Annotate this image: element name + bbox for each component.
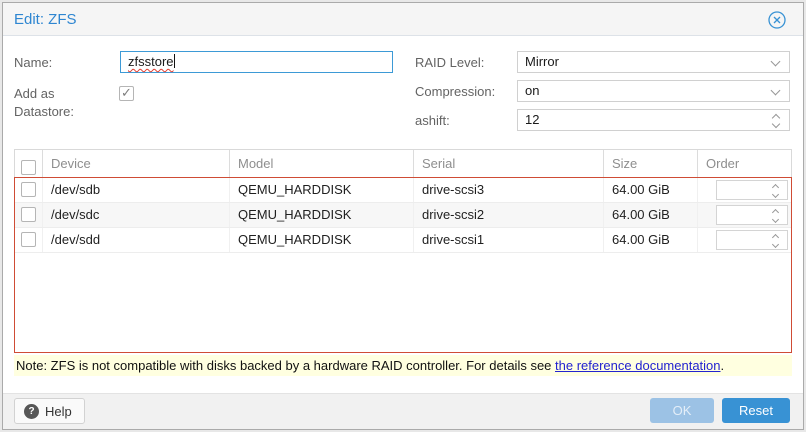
device-cell: /dev/sdd [43,228,230,252]
model-cell: QEMU_HARDDISK [230,178,414,202]
serial-cell: drive-scsi2 [414,203,604,227]
note-text: Note: ZFS is not compatible with disks b… [16,358,555,373]
serial-cell: drive-scsi1 [414,228,604,252]
help-button[interactable]: ? Help [14,398,85,424]
column-header-model[interactable]: Model [230,150,414,177]
ashift-label: ashift: [415,113,450,128]
spinner-down-icon [772,120,780,128]
compression-value: on [525,83,539,98]
table-row[interactable]: /dev/sdb QEMU_HARDDISK drive-scsi3 64.00… [15,178,791,203]
ok-button[interactable]: OK [650,398,714,423]
order-cell [698,178,791,202]
size-cell: 64.00 GiB [604,203,698,227]
order-cell [698,203,791,227]
table-row[interactable]: /dev/sdc QEMU_HARDDISK drive-scsi2 64.00… [15,203,791,228]
raid-level-value: Mirror [525,54,559,69]
order-cell [698,228,791,252]
device-cell: /dev/sdb [43,178,230,202]
text-caret [174,54,175,68]
table-row[interactable]: /dev/sdd QEMU_HARDDISK drive-scsi1 64.00… [15,228,791,253]
question-icon: ? [24,404,39,419]
row-select-cell [15,178,43,202]
row-checkbox[interactable] [21,232,36,247]
note-text-end: . [721,358,725,373]
order-spinner[interactable] [716,180,788,200]
column-header-serial[interactable]: Serial [414,150,604,177]
column-header-size[interactable]: Size [604,150,698,177]
reference-documentation-link[interactable]: the reference documentation [555,358,721,373]
disk-table-body: /dev/sdb QEMU_HARDDISK drive-scsi3 64.00… [14,177,792,353]
raid-level-label: RAID Level: [415,55,484,70]
model-cell: QEMU_HARDDISK [230,203,414,227]
device-cell: /dev/sdc [43,203,230,227]
reset-button[interactable]: Reset [722,398,790,423]
dialog-header: Edit: ZFS [3,3,803,36]
dialog-title: Edit: ZFS [14,3,77,36]
close-icon[interactable] [768,11,786,29]
name-label: Name: [14,55,52,70]
select-all-checkbox[interactable] [21,160,36,175]
compression-label: Compression: [415,84,495,99]
serial-cell: drive-scsi3 [414,178,604,202]
edit-zfs-dialog: Edit: ZFS Name: zfsstore Add as Datastor… [2,2,804,430]
compression-select[interactable]: on [517,80,790,102]
spinner-down-icon [772,241,779,248]
row-select-cell [15,228,43,252]
column-header-device[interactable]: Device [43,150,230,177]
row-checkbox[interactable] [21,207,36,222]
disk-table-header: Device Model Serial Size Order [14,149,792,177]
order-spinner[interactable] [716,205,788,225]
name-input[interactable]: zfsstore [120,51,393,73]
chevron-down-icon [771,86,781,96]
column-header-order[interactable]: Order [698,150,791,177]
disk-table: Device Model Serial Size Order /dev/sdb … [14,149,792,353]
dialog-footer: ? Help OK Reset [3,393,803,429]
add-datastore-label: Add as Datastore: [14,85,106,121]
chevron-down-icon [771,57,781,67]
add-datastore-checkbox[interactable] [119,86,134,101]
row-select-cell [15,203,43,227]
size-cell: 64.00 GiB [604,178,698,202]
help-button-label: Help [45,404,72,419]
name-input-value: zfsstore [128,54,174,69]
ashift-value: 12 [525,112,539,127]
zfs-note: Note: ZFS is not compatible with disks b… [14,355,792,376]
size-cell: 64.00 GiB [604,228,698,252]
row-checkbox[interactable] [21,182,36,197]
raid-level-select[interactable]: Mirror [517,51,790,73]
select-all-cell [15,150,43,177]
ashift-spinner[interactable]: 12 [517,109,790,131]
spinner-down-icon [772,216,779,223]
order-spinner[interactable] [716,230,788,250]
spinner-down-icon [772,191,779,198]
model-cell: QEMU_HARDDISK [230,228,414,252]
